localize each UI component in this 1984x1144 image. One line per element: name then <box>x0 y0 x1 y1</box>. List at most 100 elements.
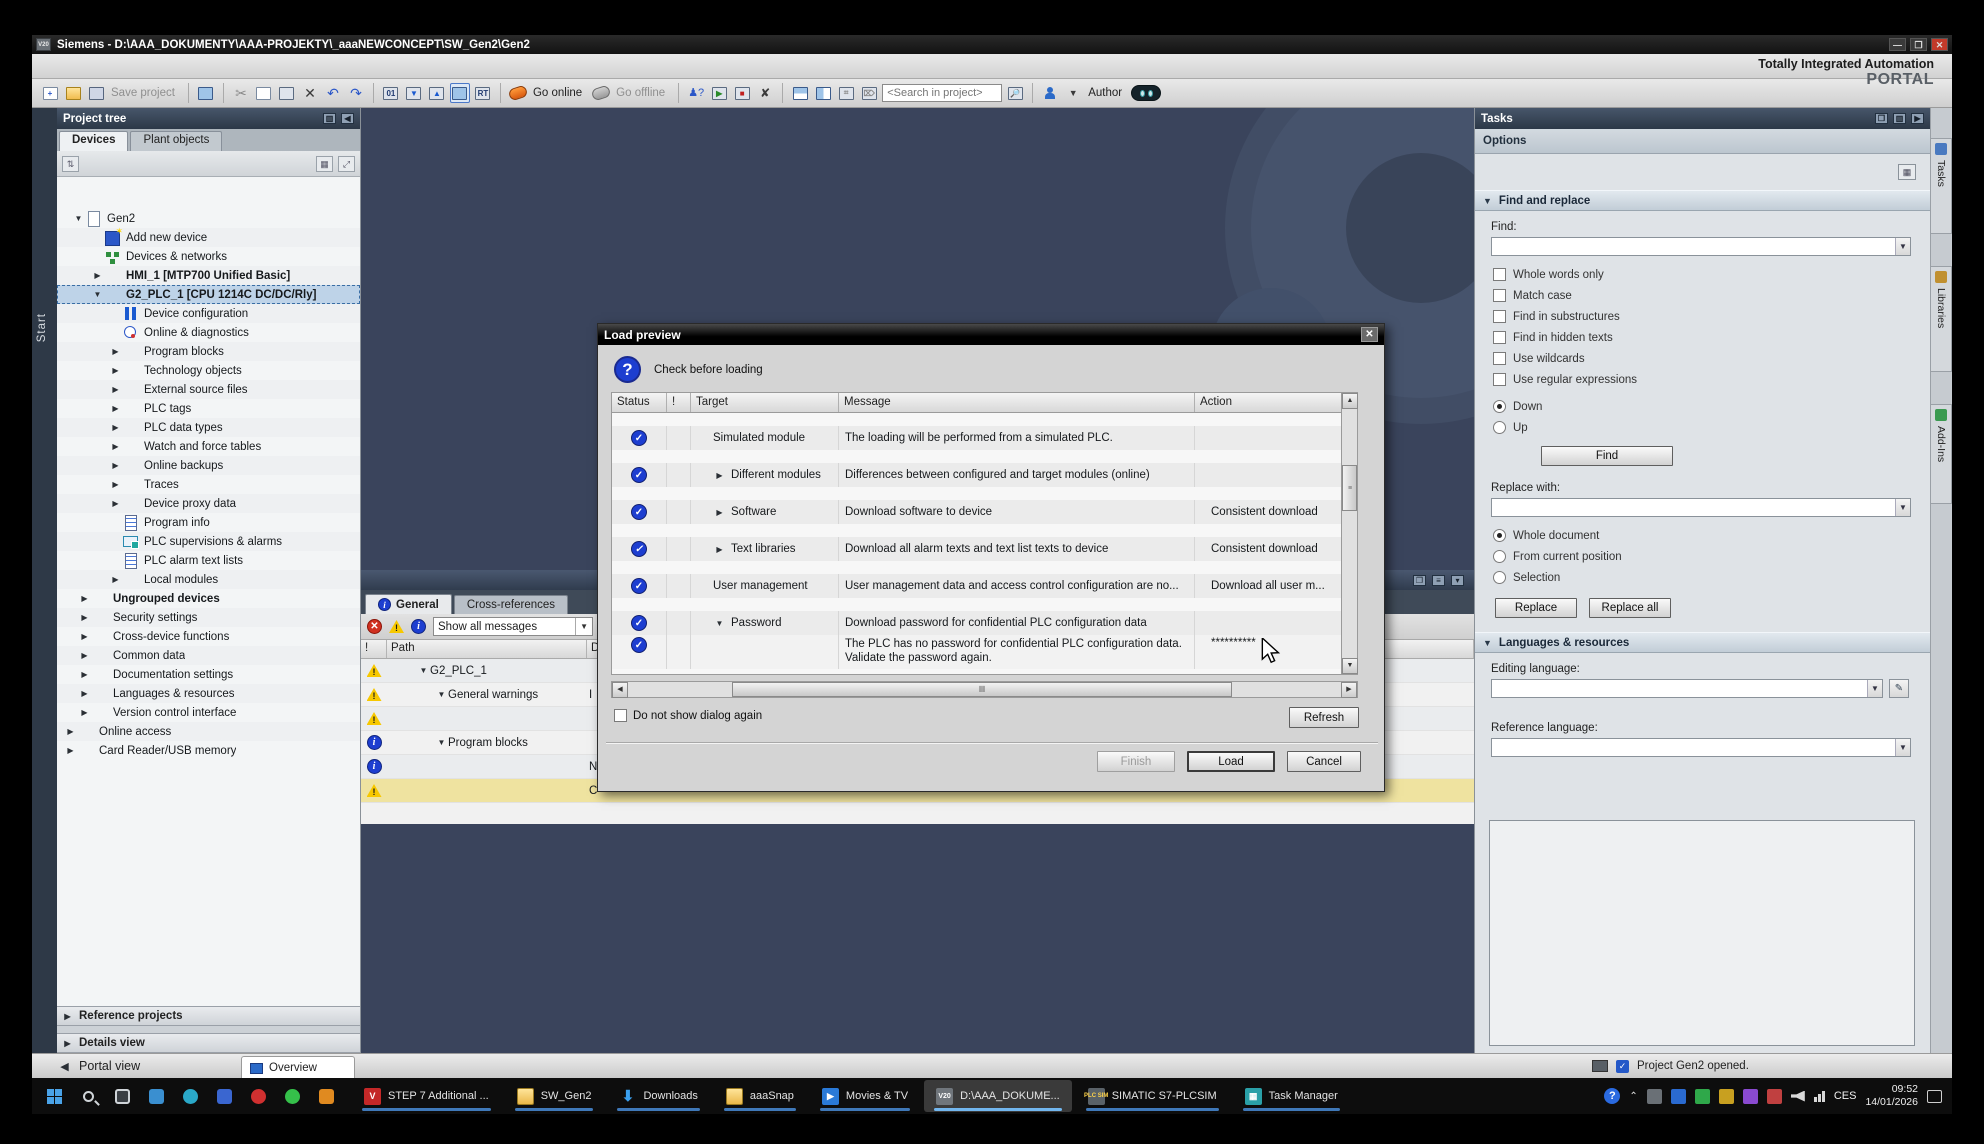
table-row[interactable]: ✓ ▶ Software Download software to device… <box>612 500 1342 524</box>
expand-arrow-icon[interactable]: ▶ <box>109 347 122 356</box>
replace-all-button[interactable]: Replace all <box>1589 598 1671 618</box>
search-project-icon[interactable]: 🔎 <box>1005 83 1025 103</box>
load-button[interactable]: Load <box>1187 751 1275 772</box>
expand-arrow-icon[interactable]: ▶ <box>78 651 91 660</box>
clock[interactable]: 09:52 14/01/2026 <box>1865 1083 1918 1109</box>
cross-reference-icon[interactable]: ✘ <box>755 83 775 103</box>
find-option-row[interactable]: Find in substructures <box>1475 306 1930 327</box>
tree-item[interactable]: Devices & networks <box>57 247 360 266</box>
vertical-scrollbar[interactable]: ▲ ≡ ▼ <box>1341 393 1357 674</box>
tab-general[interactable]: i General <box>365 594 452 614</box>
go-offline-label[interactable]: Go offline <box>616 87 665 99</box>
tree-item[interactable]: ▶ Traces <box>57 475 360 494</box>
language-indicator[interactable]: CES <box>1834 1090 1857 1102</box>
action-value[interactable]: Download all user m... <box>1195 574 1342 598</box>
do-not-show-checkbox[interactable] <box>614 709 627 722</box>
chat-icon[interactable] <box>1743 1089 1758 1104</box>
show-connections-icon[interactable]: ⌗ <box>836 83 856 103</box>
dropdown-arrow-icon[interactable]: ▼ <box>1895 739 1910 756</box>
expand-arrow-icon[interactable]: ▶ <box>78 613 91 622</box>
tree-item[interactable]: ▼ G2_PLC_1 [CPU 1214C DC/DC/Rly] <box>57 285 360 304</box>
user-icon[interactable] <box>1040 83 1060 103</box>
go-offline-icon[interactable] <box>591 83 611 103</box>
find-option-row[interactable]: Whole words only <box>1475 264 1930 285</box>
tree-item[interactable]: ▶ Common data <box>57 646 360 665</box>
radio[interactable] <box>1493 421 1506 434</box>
tree-item[interactable]: ▶ Program blocks <box>57 342 360 361</box>
radio[interactable] <box>1493 400 1506 413</box>
tab-devices[interactable]: Devices <box>59 131 128 151</box>
expand-arrow-icon[interactable]: ▶ <box>64 746 77 755</box>
expand-arrow-icon[interactable]: ▼ <box>91 290 104 299</box>
save-project-label[interactable]: Save project <box>111 87 175 99</box>
hide-connections-icon[interactable]: ⌦ <box>859 83 879 103</box>
message-filter-dropdown[interactable]: Show all messages ▼ <box>433 617 593 636</box>
expand-arrow-icon[interactable]: ▶ <box>109 461 122 470</box>
tab-cross-references[interactable]: Cross-references <box>454 595 568 614</box>
tree-item[interactable]: ▶ Card Reader/USB memory <box>57 741 360 760</box>
find-replace-section-header[interactable]: ▼ Find and replace <box>1475 190 1930 211</box>
stop-runtime-icon[interactable]: RT <box>473 83 493 103</box>
details-view-bar[interactable]: ▶Details view <box>57 1033 360 1053</box>
languages-section-header[interactable]: ▼ Languages & resources <box>1475 632 1930 653</box>
find-option-row[interactable]: Match case <box>1475 285 1930 306</box>
horizontal-scrollbar[interactable]: ◀ ⦀⦀ ▶ <box>611 681 1358 698</box>
scope-radio-row[interactable]: Whole document <box>1475 525 1930 546</box>
expand-arrow-icon[interactable]: ▶ <box>78 689 91 698</box>
stop-cpu-icon[interactable]: ■ <box>732 83 752 103</box>
expand-arrow-icon[interactable]: ▶ <box>109 575 122 584</box>
cut-icon[interactable]: ✂ <box>231 83 251 103</box>
replace-input[interactable]: ▼ <box>1491 498 1911 517</box>
float-panel-icon[interactable]: ▥ <box>323 113 336 124</box>
row-expand-arrow-icon[interactable]: ▼ <box>417 666 430 675</box>
tree-item[interactable]: ▶ Version control interface <box>57 703 360 722</box>
tree-item[interactable]: ▼ Gen2 <box>57 209 360 228</box>
taskbar-app[interactable]: ▦ Task Manager <box>1233 1080 1350 1112</box>
portal-view-button[interactable]: ◀ Portal view <box>32 1059 154 1073</box>
overview-tab[interactable]: Overview <box>241 1056 355 1079</box>
tree-item[interactable]: ▶ Online backups <box>57 456 360 475</box>
opera-icon[interactable] <box>246 1084 270 1108</box>
properties-icon[interactable]: ❐ <box>1413 575 1426 586</box>
expand-arrow-icon[interactable]: ▶ <box>109 480 122 489</box>
tree-item[interactable]: ▶ Cross-device functions <box>57 627 360 646</box>
float-panel-icon[interactable]: ❐ <box>1875 113 1888 124</box>
scroll-down-icon[interactable]: ▼ <box>1342 658 1358 674</box>
info-list-icon[interactable]: ≡ <box>1432 575 1445 586</box>
scroll-up-icon[interactable]: ▲ <box>1342 393 1358 409</box>
author-label[interactable]: Author <box>1088 87 1122 99</box>
tree-item[interactable]: Program info <box>57 513 360 532</box>
checkbox[interactable] <box>1493 289 1506 302</box>
reference-projects-bar[interactable]: ▶Reference projects <box>57 1006 360 1026</box>
action-value[interactable]: Consistent download <box>1195 537 1342 561</box>
expand-arrow-icon[interactable]: ▶ <box>78 632 91 641</box>
info-filter-icon[interactable]: i <box>411 619 426 634</box>
start-simulation-icon[interactable] <box>450 83 470 103</box>
table-row[interactable]: ✓ ▶ Text libraries Download all alarm te… <box>612 537 1342 561</box>
dialog-title-bar[interactable]: Load preview ✕ <box>598 324 1384 345</box>
side-tab-addins[interactable]: Add-Ins <box>1931 404 1952 504</box>
action-value[interactable] <box>1195 611 1342 635</box>
checkbox[interactable] <box>1493 331 1506 344</box>
scroll-left-icon[interactable]: ◀ <box>612 682 628 698</box>
paste-icon[interactable] <box>277 83 297 103</box>
panel-options-icon[interactable]: ▦ <box>1898 164 1916 180</box>
inspector-collapse-icon[interactable]: ▾ <box>1451 575 1464 586</box>
dropdown-arrow-icon[interactable]: ▼ <box>1895 499 1910 516</box>
compile-icon[interactable]: 01 <box>381 83 401 103</box>
col-action[interactable]: Action <box>1195 393 1342 412</box>
split-horizontal-icon[interactable] <box>790 83 810 103</box>
vertical-scroll-thumb[interactable]: ≡ <box>1342 465 1357 511</box>
table-row[interactable]: ✓ ▼ Password Download password for confi… <box>612 611 1342 635</box>
maximize-button[interactable]: ❐ <box>1910 38 1927 51</box>
taskbar-app[interactable]: PLC SIM SIMATIC S7-PLCSIM <box>1076 1080 1229 1112</box>
language-settings-icon[interactable]: ✎ <box>1889 679 1909 698</box>
update-icon[interactable] <box>1719 1089 1734 1104</box>
expand-arrow-icon[interactable]: ▶ <box>109 423 122 432</box>
checkbox[interactable] <box>1493 268 1506 281</box>
direction-radio-row[interactable]: Down <box>1475 396 1930 417</box>
radio[interactable] <box>1493 550 1506 563</box>
find-option-row[interactable]: Use regular expressions <box>1475 369 1930 390</box>
expand-arrow-icon[interactable]: ▶ <box>109 404 122 413</box>
tab-plant-objects[interactable]: Plant objects <box>130 131 222 151</box>
